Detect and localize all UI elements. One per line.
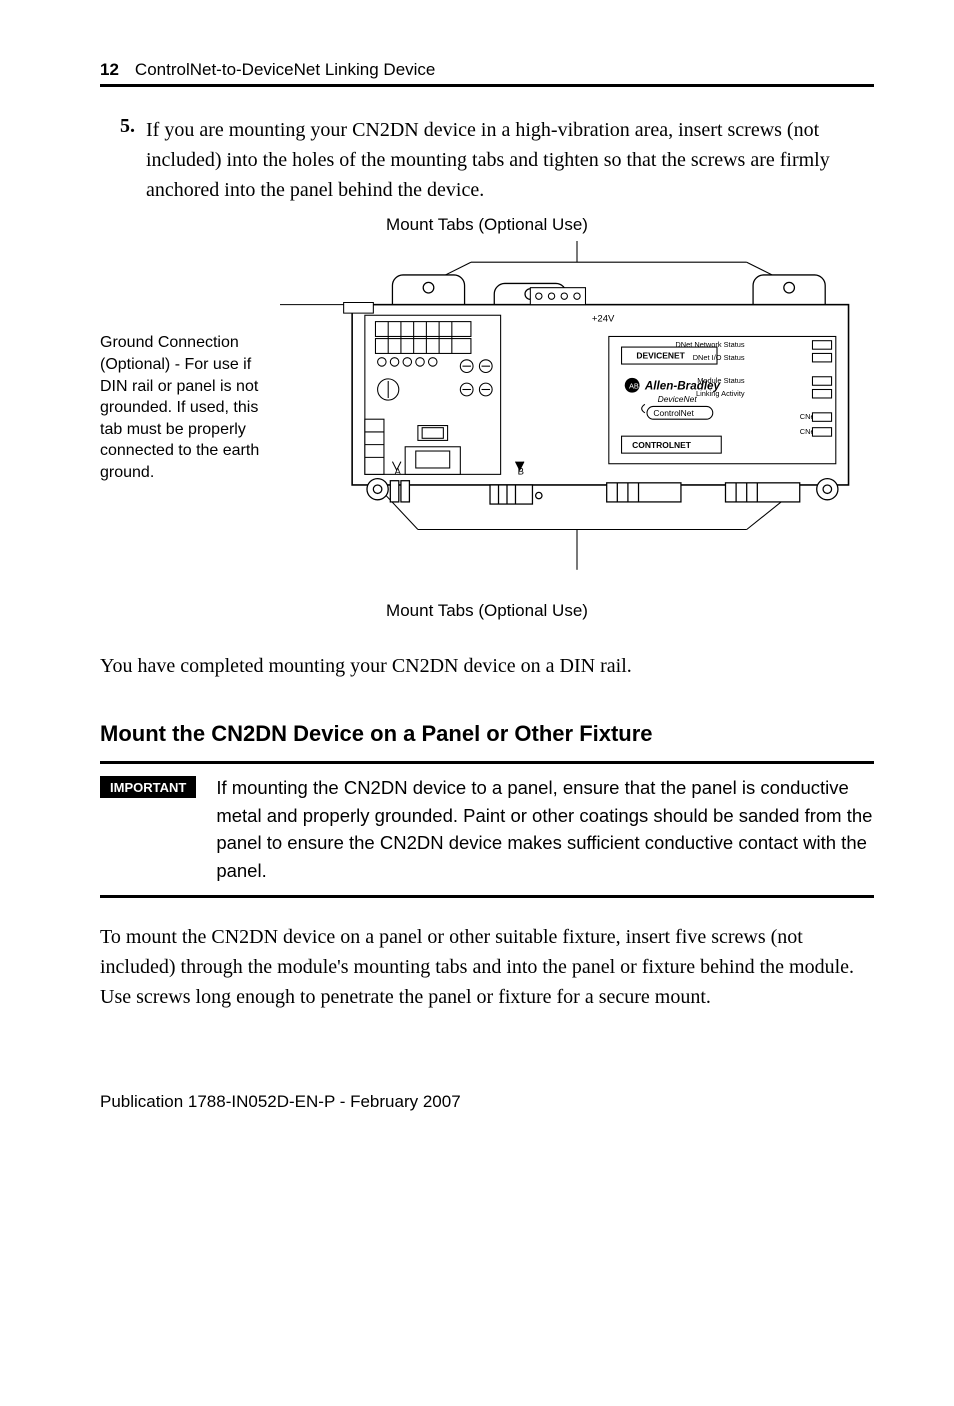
figure-caption-top: Mount Tabs (Optional Use) (100, 215, 874, 235)
mount-paragraph: To mount the CN2DN device on a panel or … (100, 922, 874, 1012)
dnet-network-status-label: DNet Network Status (675, 340, 744, 349)
svg-text:AB: AB (629, 381, 639, 390)
important-block: IMPORTANT If mounting the CN2DN device t… (100, 761, 874, 898)
section-heading: Mount the CN2DN Device on a Panel or Oth… (100, 721, 874, 747)
device-diagram: A B +24V DEVICENET AB Allen-Bradley Devi… (280, 241, 874, 575)
step-text: If you are mounting your CN2DN device in… (146, 115, 874, 205)
dnet-io-status-label: DNet I/O Status (693, 353, 745, 362)
svg-text:DNet I/O Status: DNet I/O Status (693, 353, 745, 362)
page-number: 12 (100, 60, 119, 80)
footer-publication: Publication 1788-IN052D-EN-P - February … (100, 1092, 874, 1112)
svg-text:DNet Network Status: DNet Network Status (675, 340, 744, 349)
devicenet-small: DeviceNet (658, 394, 698, 404)
page-header: 12 ControlNet-to-DeviceNet Linking Devic… (100, 60, 874, 87)
header-title: ControlNet-to-DeviceNet Linking Device (135, 60, 435, 80)
device-figure: Ground Connection (Optional) - For use i… (100, 241, 874, 575)
important-text: If mounting the CN2DN device to a panel,… (216, 774, 874, 885)
devicenet-label: DEVICENET (636, 351, 685, 361)
step-5: 5. If you are mounting your CN2DN device… (120, 115, 874, 205)
ground-connection-annotation: Ground Connection (Optional) - For use i… (100, 332, 280, 483)
svg-text:CONTROLNET: CONTROLNET (632, 440, 692, 450)
controlnet-box-label: CONTROLNET (632, 440, 692, 450)
svg-text:+24V: +24V (592, 314, 615, 325)
figure-caption-bottom: Mount Tabs (Optional Use) (100, 601, 874, 621)
svg-text:Linking Activity: Linking Activity (696, 389, 745, 398)
important-tag: IMPORTANT (100, 776, 196, 798)
completion-text: You have completed mounting your CN2DN d… (100, 651, 874, 681)
plus24v-label: +24V (592, 314, 615, 325)
svg-text:DeviceNet: DeviceNet (658, 394, 698, 404)
module-status-label: Module Status (697, 376, 745, 385)
controlnet-pill: ControlNet (653, 408, 694, 418)
svg-text:ControlNet: ControlNet (653, 408, 694, 418)
svg-text:Module Status: Module Status (697, 376, 745, 385)
linking-activity-label: Linking Activity (696, 389, 745, 398)
svg-text:DEVICENET: DEVICENET (636, 351, 685, 361)
step-number: 5. (120, 115, 146, 205)
